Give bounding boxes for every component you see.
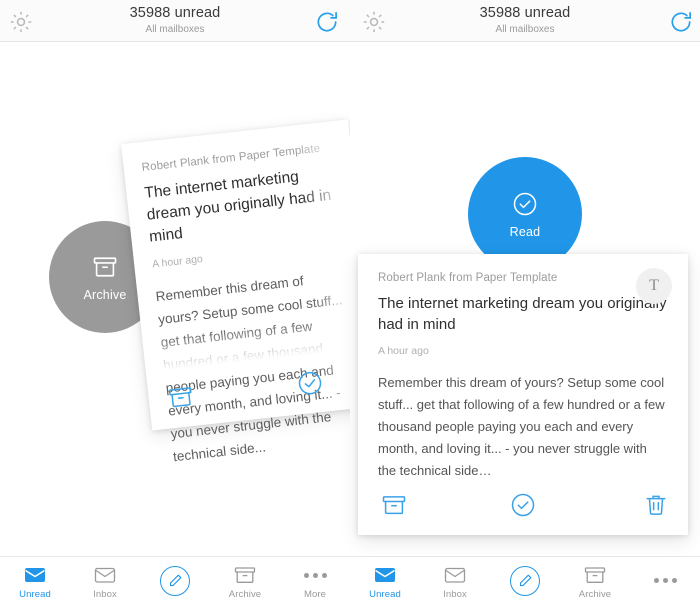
app-screenshot: 35988 unread All mailboxes Archive Rober…: [0, 0, 700, 607]
avatar: T: [636, 268, 672, 304]
tab-inbox-label-right: Inbox: [443, 589, 467, 600]
email-subject-left: The internet marketing dream you origina…: [143, 168, 333, 246]
top-bar-left: 35988 unread All mailboxes: [0, 0, 350, 42]
tab-bar-left[interactable]: Unread Inbox Archive More: [0, 556, 350, 607]
check-circle-icon: [511, 190, 539, 218]
email-time-right: A hour ago: [378, 345, 429, 357]
tab-archive-left[interactable]: Archive: [210, 557, 280, 607]
tab-inbox-left[interactable]: Inbox: [70, 557, 140, 607]
archive-icon[interactable]: [165, 382, 196, 413]
archive-box-icon: [583, 564, 607, 586]
refresh-icon[interactable]: [314, 9, 340, 35]
tab-bar-right[interactable]: Unread Inbox Archive: [350, 556, 700, 607]
tab-inbox-right[interactable]: Inbox: [420, 557, 490, 607]
swipe-action-read-label: Read: [509, 224, 541, 239]
tab-more-label-left: More: [303, 589, 327, 600]
compose-pencil-icon: [510, 565, 540, 596]
mailboxes-label-right: All mailboxes: [495, 24, 555, 35]
email-card-actions-right: [358, 483, 688, 535]
inbox-envelope-icon: [443, 564, 467, 586]
unread-mail-icon: [373, 564, 397, 586]
swipe-action-archive-label: Archive: [83, 287, 127, 302]
tab-unread-right[interactable]: Unread: [350, 557, 420, 607]
unread-count-right: 35988 unread: [479, 5, 571, 21]
tab-archive-right[interactable]: Archive: [560, 557, 630, 607]
mailboxes-label-left: All mailboxes: [145, 24, 205, 35]
unread-count-left: 35988 unread: [129, 5, 221, 21]
archive-box-icon: [91, 253, 119, 281]
refresh-icon[interactable]: [668, 9, 694, 35]
tab-unread-left[interactable]: Unread: [0, 557, 70, 607]
tab-compose-right[interactable]: [490, 557, 560, 607]
tab-inbox-label-left: Inbox: [93, 589, 117, 600]
tab-more-left[interactable]: More: [280, 557, 350, 607]
tab-unread-label-right: Unread: [369, 589, 401, 600]
email-card-right[interactable]: Robert Plank from Paper Template The int…: [358, 254, 688, 535]
tab-unread-label-left: Unread: [19, 589, 51, 600]
tab-archive-label-left: Archive: [228, 589, 262, 600]
mailbox-summary-right: 35988 unread All mailboxes: [350, 5, 700, 36]
email-preview-right: Remember this dream of yours? Setup some…: [378, 375, 665, 478]
compose-pencil-icon: [160, 565, 190, 596]
tab-archive-label-right: Archive: [578, 589, 612, 600]
inbox-envelope-icon: [93, 564, 117, 586]
more-dots-icon: [302, 564, 329, 586]
tab-more-right[interactable]: [630, 557, 700, 607]
pane-left: 35988 unread All mailboxes Archive Rober…: [0, 0, 350, 607]
email-card-left[interactable]: Robert Plank from Paper Template The int…: [121, 119, 350, 464]
mark-read-icon[interactable]: [509, 491, 537, 519]
email-sender-right: Robert Plank from Paper Template: [378, 272, 558, 284]
top-bar-right: 35988 unread All mailboxes: [350, 0, 700, 42]
tab-compose-left[interactable]: [140, 557, 210, 607]
email-subject-right: The internet marketing dream you origina…: [378, 295, 667, 333]
archive-box-icon: [233, 564, 257, 586]
more-dots-icon: [652, 570, 679, 592]
trash-icon[interactable]: [642, 491, 670, 519]
archive-icon[interactable]: [380, 491, 408, 519]
mark-read-icon[interactable]: [295, 368, 326, 399]
mailbox-summary-left: 35988 unread All mailboxes: [0, 5, 350, 36]
unread-mail-icon: [23, 564, 47, 586]
